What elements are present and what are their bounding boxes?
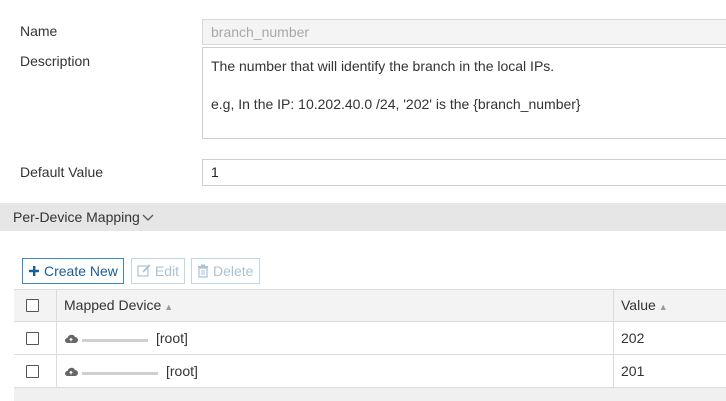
redacted-device-name — [82, 372, 158, 375]
chevron-down-icon[interactable] — [142, 212, 154, 222]
plus-icon — [29, 266, 39, 276]
column-divider — [56, 322, 57, 355]
edit-label: Edit — [154, 263, 179, 279]
column-divider — [613, 322, 614, 355]
column-header-mapped-device[interactable]: Mapped Device ▲︎ — [64, 297, 173, 313]
mapped-device-cell: [root] — [166, 363, 198, 379]
name-field: branch_number — [202, 19, 726, 45]
create-new-button[interactable]: Create New — [22, 258, 124, 284]
sort-icon[interactable]: ▲︎ — [659, 302, 668, 312]
column-divider — [56, 355, 57, 387]
default-value-field[interactable]: 1 — [202, 159, 726, 186]
description-line-1: The number that will identify the branch… — [211, 58, 555, 74]
column-divider — [613, 355, 614, 387]
delete-label: Delete — [213, 263, 254, 279]
description-label: Description — [20, 53, 91, 69]
edit-button[interactable]: Edit — [131, 258, 185, 284]
default-value-label: Default Value — [20, 164, 104, 180]
row-checkbox[interactable] — [26, 365, 39, 378]
row-checkbox[interactable] — [26, 332, 39, 345]
delete-button[interactable]: Delete — [191, 258, 260, 284]
mapped-device-cell: [root] — [156, 330, 188, 346]
column-header-label: Value — [621, 297, 656, 313]
edit-icon — [137, 264, 151, 277]
name-label: Name — [20, 23, 58, 39]
column-header-label: Mapped Device — [64, 297, 162, 313]
cloud-icon — [65, 367, 78, 376]
create-new-label: Create New — [44, 263, 118, 279]
sort-icon[interactable]: ▲︎ — [164, 302, 173, 312]
column-header-value[interactable]: Value ▲︎ — [621, 297, 668, 313]
value-cell: 201 — [621, 363, 645, 379]
select-all-checkbox[interactable] — [26, 299, 39, 312]
section-title[interactable]: Per-Device Mapping — [13, 209, 140, 225]
trash-icon — [198, 264, 208, 278]
cloud-icon — [65, 334, 78, 343]
redacted-device-name — [82, 339, 148, 342]
description-field[interactable]: The number that will identify the branch… — [202, 47, 726, 139]
description-line-2: e.g, In the IP: 10.202.40.0 /24, '202' i… — [211, 96, 581, 112]
value-cell: 202 — [621, 330, 645, 346]
